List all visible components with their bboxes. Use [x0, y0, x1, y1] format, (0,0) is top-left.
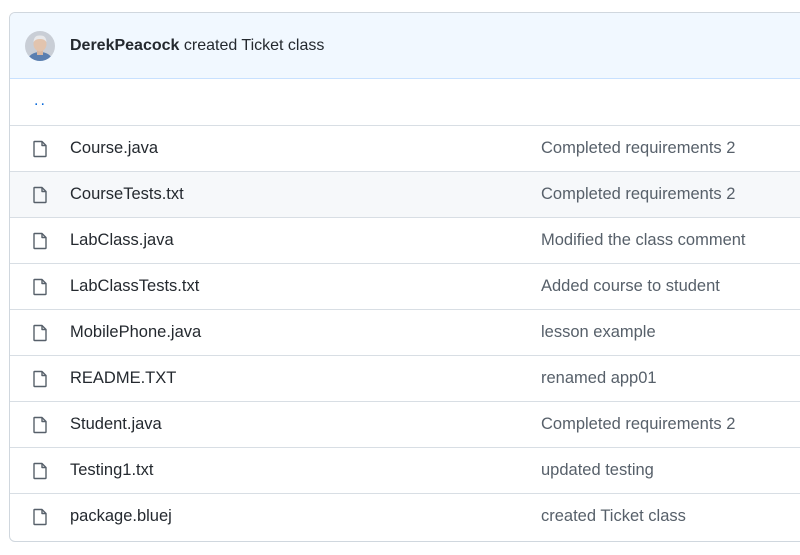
- file-name-link[interactable]: Student.java: [70, 415, 162, 434]
- file-commit-message-link[interactable]: Completed requirements 2: [541, 185, 735, 204]
- file-row[interactable]: LabClass.java Modified the class comment: [10, 217, 800, 263]
- file-name-link[interactable]: package.bluej: [70, 507, 172, 526]
- file-name-link[interactable]: Course.java: [70, 139, 158, 158]
- file-name-link[interactable]: LabClassTests.txt: [70, 277, 199, 296]
- commit-author-link[interactable]: DerekPeacock: [70, 37, 179, 54]
- latest-commit-bar: DerekPeacock created Ticket class: [10, 13, 800, 79]
- file-name-link[interactable]: README.TXT: [70, 369, 176, 388]
- file-commit-message-link[interactable]: Completed requirements 2: [541, 415, 735, 434]
- file-icon: [32, 370, 48, 388]
- file-row[interactable]: package.bluej created Ticket class: [10, 493, 800, 539]
- file-row[interactable]: CourseTests.txt Completed requirements 2: [10, 171, 800, 217]
- file-commit-message-link[interactable]: created Ticket class: [541, 507, 686, 526]
- file-row[interactable]: MobilePhone.java lesson example: [10, 309, 800, 355]
- file-icon: [32, 508, 48, 526]
- file-icon: [32, 278, 48, 296]
- file-row[interactable]: LabClassTests.txt Added course to studen…: [10, 263, 800, 309]
- file-name-link[interactable]: MobilePhone.java: [70, 323, 201, 342]
- file-browser: DerekPeacock created Ticket class .. Cou…: [9, 12, 800, 542]
- commit-summary: DerekPeacock created Ticket class: [70, 37, 324, 55]
- file-commit-message-link[interactable]: Added course to student: [541, 277, 720, 296]
- file-icon: [32, 462, 48, 480]
- file-row[interactable]: Student.java Completed requirements 2: [10, 401, 800, 447]
- file-icon: [32, 140, 48, 158]
- parent-directory-link[interactable]: ..: [34, 92, 47, 110]
- file-commit-message-link[interactable]: lesson example: [541, 323, 656, 342]
- file-name-link[interactable]: Testing1.txt: [70, 461, 153, 480]
- file-name-link[interactable]: CourseTests.txt: [70, 185, 184, 204]
- file-name-link[interactable]: LabClass.java: [70, 231, 174, 250]
- parent-directory-row[interactable]: ..: [10, 79, 800, 125]
- file-commit-message-link[interactable]: Completed requirements 2: [541, 139, 735, 158]
- file-icon: [32, 324, 48, 342]
- file-row[interactable]: Course.java Completed requirements 2: [10, 125, 800, 171]
- file-commit-message-link[interactable]: Modified the class comment: [541, 231, 746, 250]
- file-icon: [32, 232, 48, 250]
- file-commit-message-link[interactable]: renamed app01: [541, 369, 657, 388]
- file-commit-message-link[interactable]: updated testing: [541, 461, 654, 480]
- author-avatar[interactable]: [25, 30, 55, 61]
- file-row[interactable]: Testing1.txt updated testing: [10, 447, 800, 493]
- file-row[interactable]: README.TXT renamed app01: [10, 355, 800, 401]
- file-icon: [32, 416, 48, 434]
- commit-message[interactable]: created Ticket class: [184, 37, 325, 54]
- file-icon: [32, 186, 48, 204]
